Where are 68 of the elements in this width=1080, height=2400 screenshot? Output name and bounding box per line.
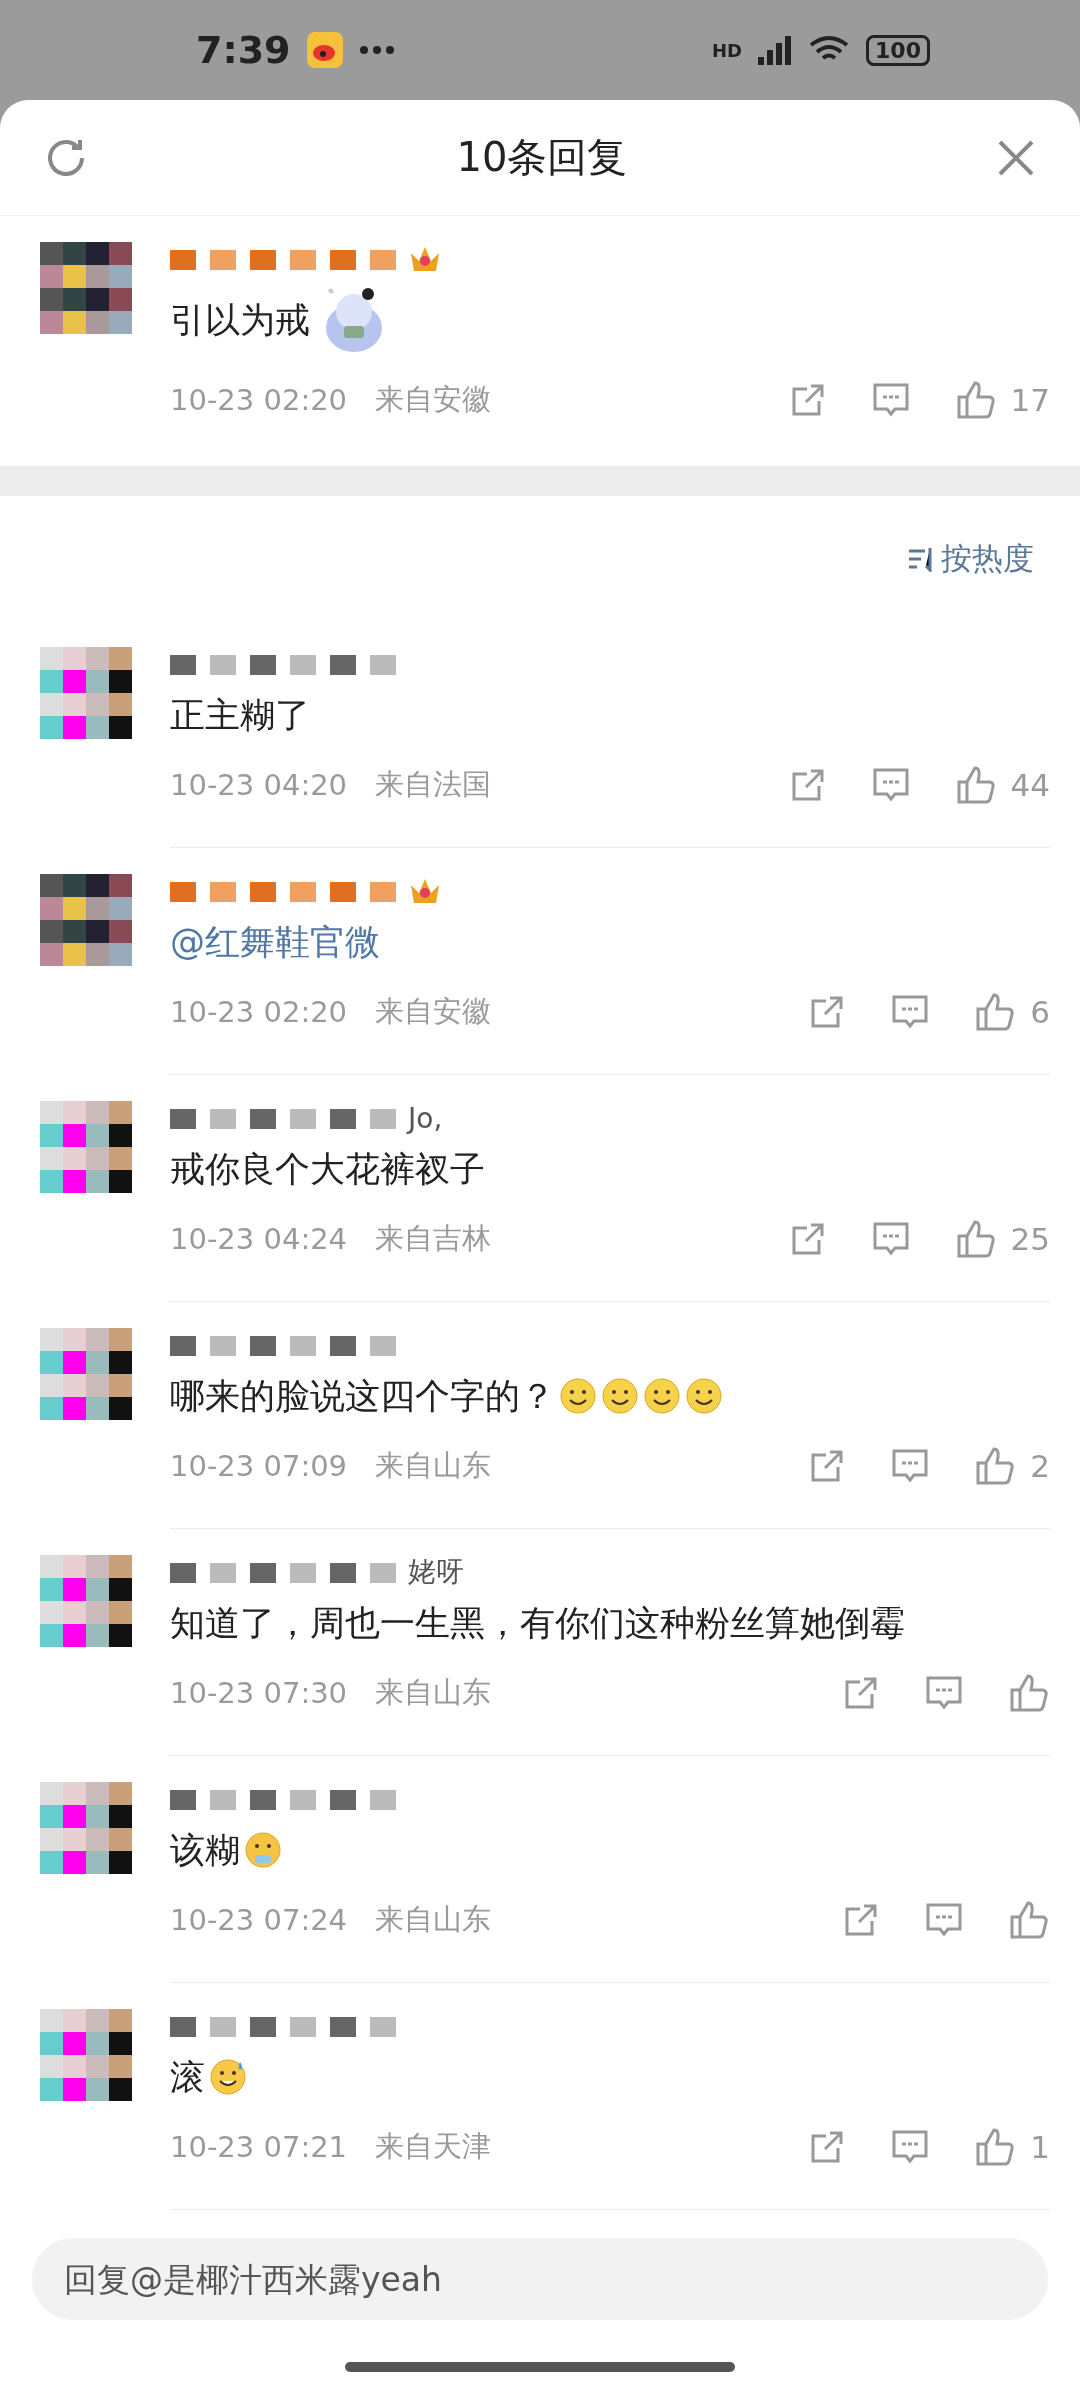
thumbs-up-icon xyxy=(974,991,1017,1033)
avatar-icon[interactable] xyxy=(40,874,132,966)
comment-location: 来自法国 xyxy=(375,766,492,803)
avatar-icon[interactable] xyxy=(40,1782,132,1874)
avatar-icon[interactable] xyxy=(40,242,132,334)
battery-level: 100 xyxy=(866,34,930,66)
comment-time: 10-23 04:24 xyxy=(170,1222,348,1256)
emoji-icon xyxy=(643,1377,681,1415)
comment-location: 来自安徽 xyxy=(375,993,492,1030)
emoji-icon xyxy=(209,2058,247,2096)
comment-text: 引以为戒 xyxy=(170,298,310,342)
more-icon xyxy=(358,45,395,55)
comment-text: 正主糊了 xyxy=(170,693,310,737)
avatar-icon[interactable] xyxy=(40,647,132,739)
thumbs-up-icon xyxy=(1008,1672,1050,1714)
thumbs-up-icon xyxy=(1008,1899,1050,1941)
comment-text: 哪来的脸说这四个字的？ xyxy=(170,1374,555,1418)
comment-time: 10-23 02:20 xyxy=(170,383,348,417)
avatar-icon[interactable] xyxy=(40,2009,132,2101)
like-button[interactable]: 44 xyxy=(954,764,1050,806)
comment-icon[interactable] xyxy=(924,1901,964,1939)
comment-text: 知道了，周也一生黑，有你们这种粉丝算她倒霉 xyxy=(170,1601,905,1645)
comment-location: 来自山东 xyxy=(375,1901,492,1938)
comment-location: 来自安徽 xyxy=(375,381,492,418)
comment-icon[interactable] xyxy=(924,1674,964,1712)
app-notification-icon xyxy=(306,32,343,68)
comment-text: @红舞鞋官微 xyxy=(170,920,380,964)
avatar-icon[interactable] xyxy=(40,1555,132,1647)
comment-time: 10-23 07:21 xyxy=(170,2130,348,2164)
sort-button[interactable]: 按热度 xyxy=(901,536,1040,581)
comment-text: 戒你良个大花裤衩子 xyxy=(170,1147,485,1191)
comment-time: 10-23 07:24 xyxy=(170,1903,348,1937)
comment-location: 来自天津 xyxy=(375,2128,492,2165)
like-button[interactable]: 1 xyxy=(974,2126,1050,2168)
emoji-icon xyxy=(685,1377,723,1415)
comment-location: 来自山东 xyxy=(375,1447,492,1484)
user-name[interactable]: Jo, xyxy=(408,1101,443,1135)
emoji-icon xyxy=(601,1377,639,1415)
comment-time: 10-23 04:20 xyxy=(170,768,348,802)
comment-text: 该糊 xyxy=(170,1828,240,1872)
status-time: 7:39 xyxy=(196,28,291,72)
comment-icon[interactable] xyxy=(890,2128,931,2166)
comment-location: 来自山东 xyxy=(375,1674,492,1711)
comment-icon[interactable] xyxy=(890,993,931,1031)
network-type: HD xyxy=(712,39,743,61)
sort-icon xyxy=(907,545,935,572)
like-button[interactable]: 25 xyxy=(954,1218,1050,1260)
like-button[interactable] xyxy=(1008,1899,1050,1941)
user-name[interactable]: 姥呀 xyxy=(408,1553,464,1591)
avatar-icon[interactable] xyxy=(40,1101,132,1193)
emoji-icon xyxy=(244,1831,282,1869)
comment-time: 10-23 07:09 xyxy=(170,1449,348,1483)
like-button[interactable] xyxy=(1008,1672,1050,1714)
signal-icon xyxy=(758,35,793,65)
avatar-icon[interactable] xyxy=(40,1328,132,1420)
comment-text: 滚 xyxy=(170,2055,205,2099)
reply-input-field[interactable]: 回复@是椰汁西米露yeah xyxy=(32,2238,1048,2320)
thumbs-up-icon xyxy=(974,2126,1017,2168)
comment-time: 10-23 02:20 xyxy=(170,995,348,1029)
comment-icon[interactable] xyxy=(890,1447,931,1485)
comment-location: 来自吉林 xyxy=(375,1220,492,1257)
sheet-title: 10条回复 xyxy=(456,133,628,182)
emoji-icon xyxy=(559,1377,597,1415)
like-button[interactable]: 2 xyxy=(974,1445,1050,1487)
like-button[interactable]: 17 xyxy=(954,379,1050,421)
thumbs-up-icon xyxy=(974,1445,1017,1487)
comment-time: 10-23 07:30 xyxy=(170,1676,348,1710)
like-button[interactable]: 6 xyxy=(974,991,1050,1033)
